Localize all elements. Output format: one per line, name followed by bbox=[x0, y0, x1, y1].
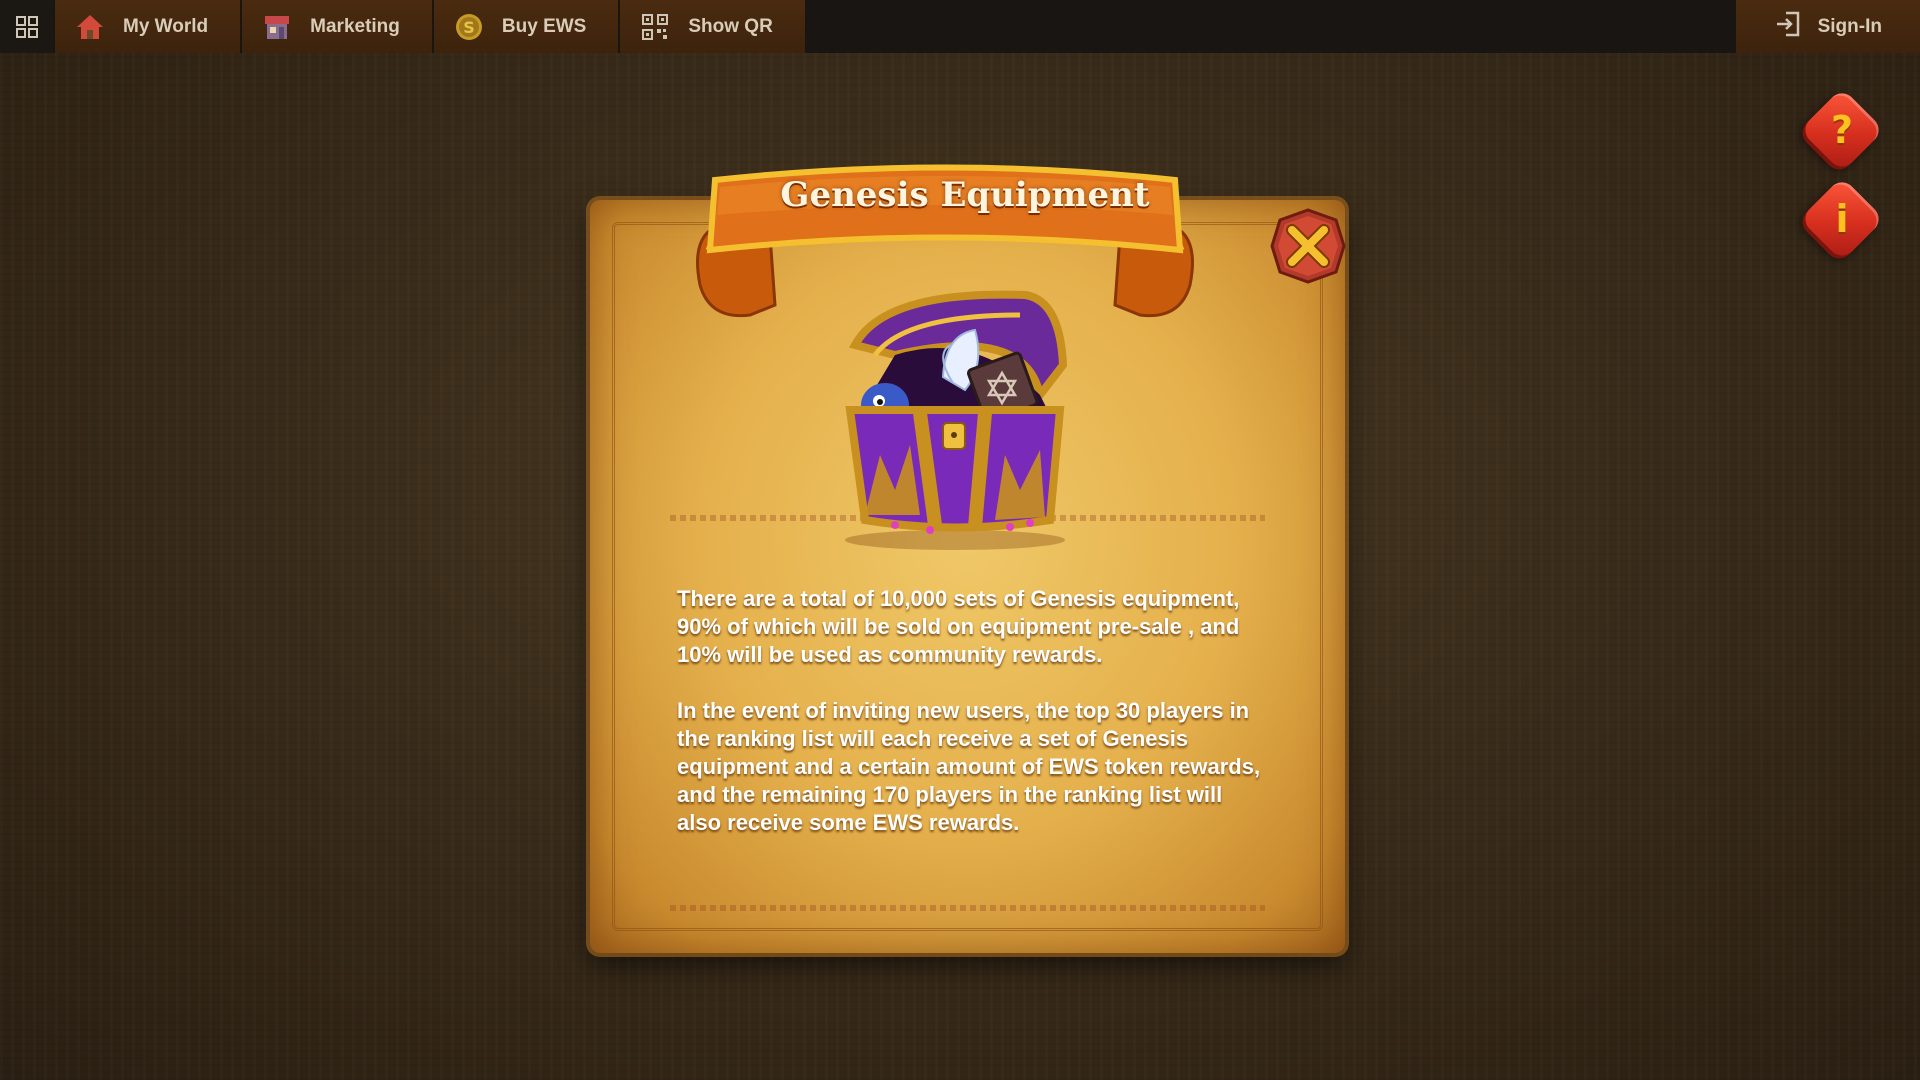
top-nav-bar: My World Marketing S Buy EWS Show QR Sig… bbox=[0, 0, 1920, 53]
svg-text:S: S bbox=[463, 18, 475, 37]
house-icon bbox=[75, 12, 105, 42]
nav-show-qr[interactable]: Show QR bbox=[620, 0, 805, 53]
dialog-description: There are a total of 10,000 sets of Gene… bbox=[677, 585, 1267, 865]
parchment-divider-bottom bbox=[670, 905, 1265, 911]
sign-in-button[interactable]: Sign-In bbox=[1735, 0, 1920, 53]
nav-show-qr-label: Show QR bbox=[688, 15, 773, 37]
treasure-chest-icon bbox=[845, 290, 1068, 550]
shop-icon bbox=[262, 12, 292, 42]
nav-buy-ews[interactable]: S Buy EWS bbox=[433, 0, 619, 53]
info-button[interactable]: i bbox=[1799, 176, 1885, 262]
nav-my-world-label: My World bbox=[123, 15, 209, 37]
description-paragraph-2: In the event of inviting new users, the … bbox=[677, 698, 1261, 835]
grid-icon bbox=[15, 15, 38, 38]
grid-menu-button[interactable] bbox=[0, 0, 53, 53]
close-button[interactable] bbox=[1270, 208, 1346, 284]
nav-my-world[interactable]: My World bbox=[55, 0, 241, 53]
qr-icon bbox=[640, 12, 670, 42]
dialog-title: Genesis Equipment bbox=[780, 175, 1150, 215]
description-paragraph-1: There are a total of 10,000 sets of Gene… bbox=[677, 586, 1240, 667]
nav-marketing[interactable]: Marketing bbox=[242, 0, 432, 53]
nav-buy-ews-label: Buy EWS bbox=[501, 15, 587, 37]
help-button[interactable]: ? bbox=[1799, 87, 1885, 173]
sign-in-icon bbox=[1774, 10, 1802, 44]
help-icon: ? bbox=[1830, 108, 1854, 152]
coin-icon: S bbox=[454, 12, 484, 42]
nav-marketing-label: Marketing bbox=[310, 15, 400, 37]
info-icon: i bbox=[1835, 197, 1849, 241]
sign-in-label: Sign-In bbox=[1817, 15, 1882, 37]
